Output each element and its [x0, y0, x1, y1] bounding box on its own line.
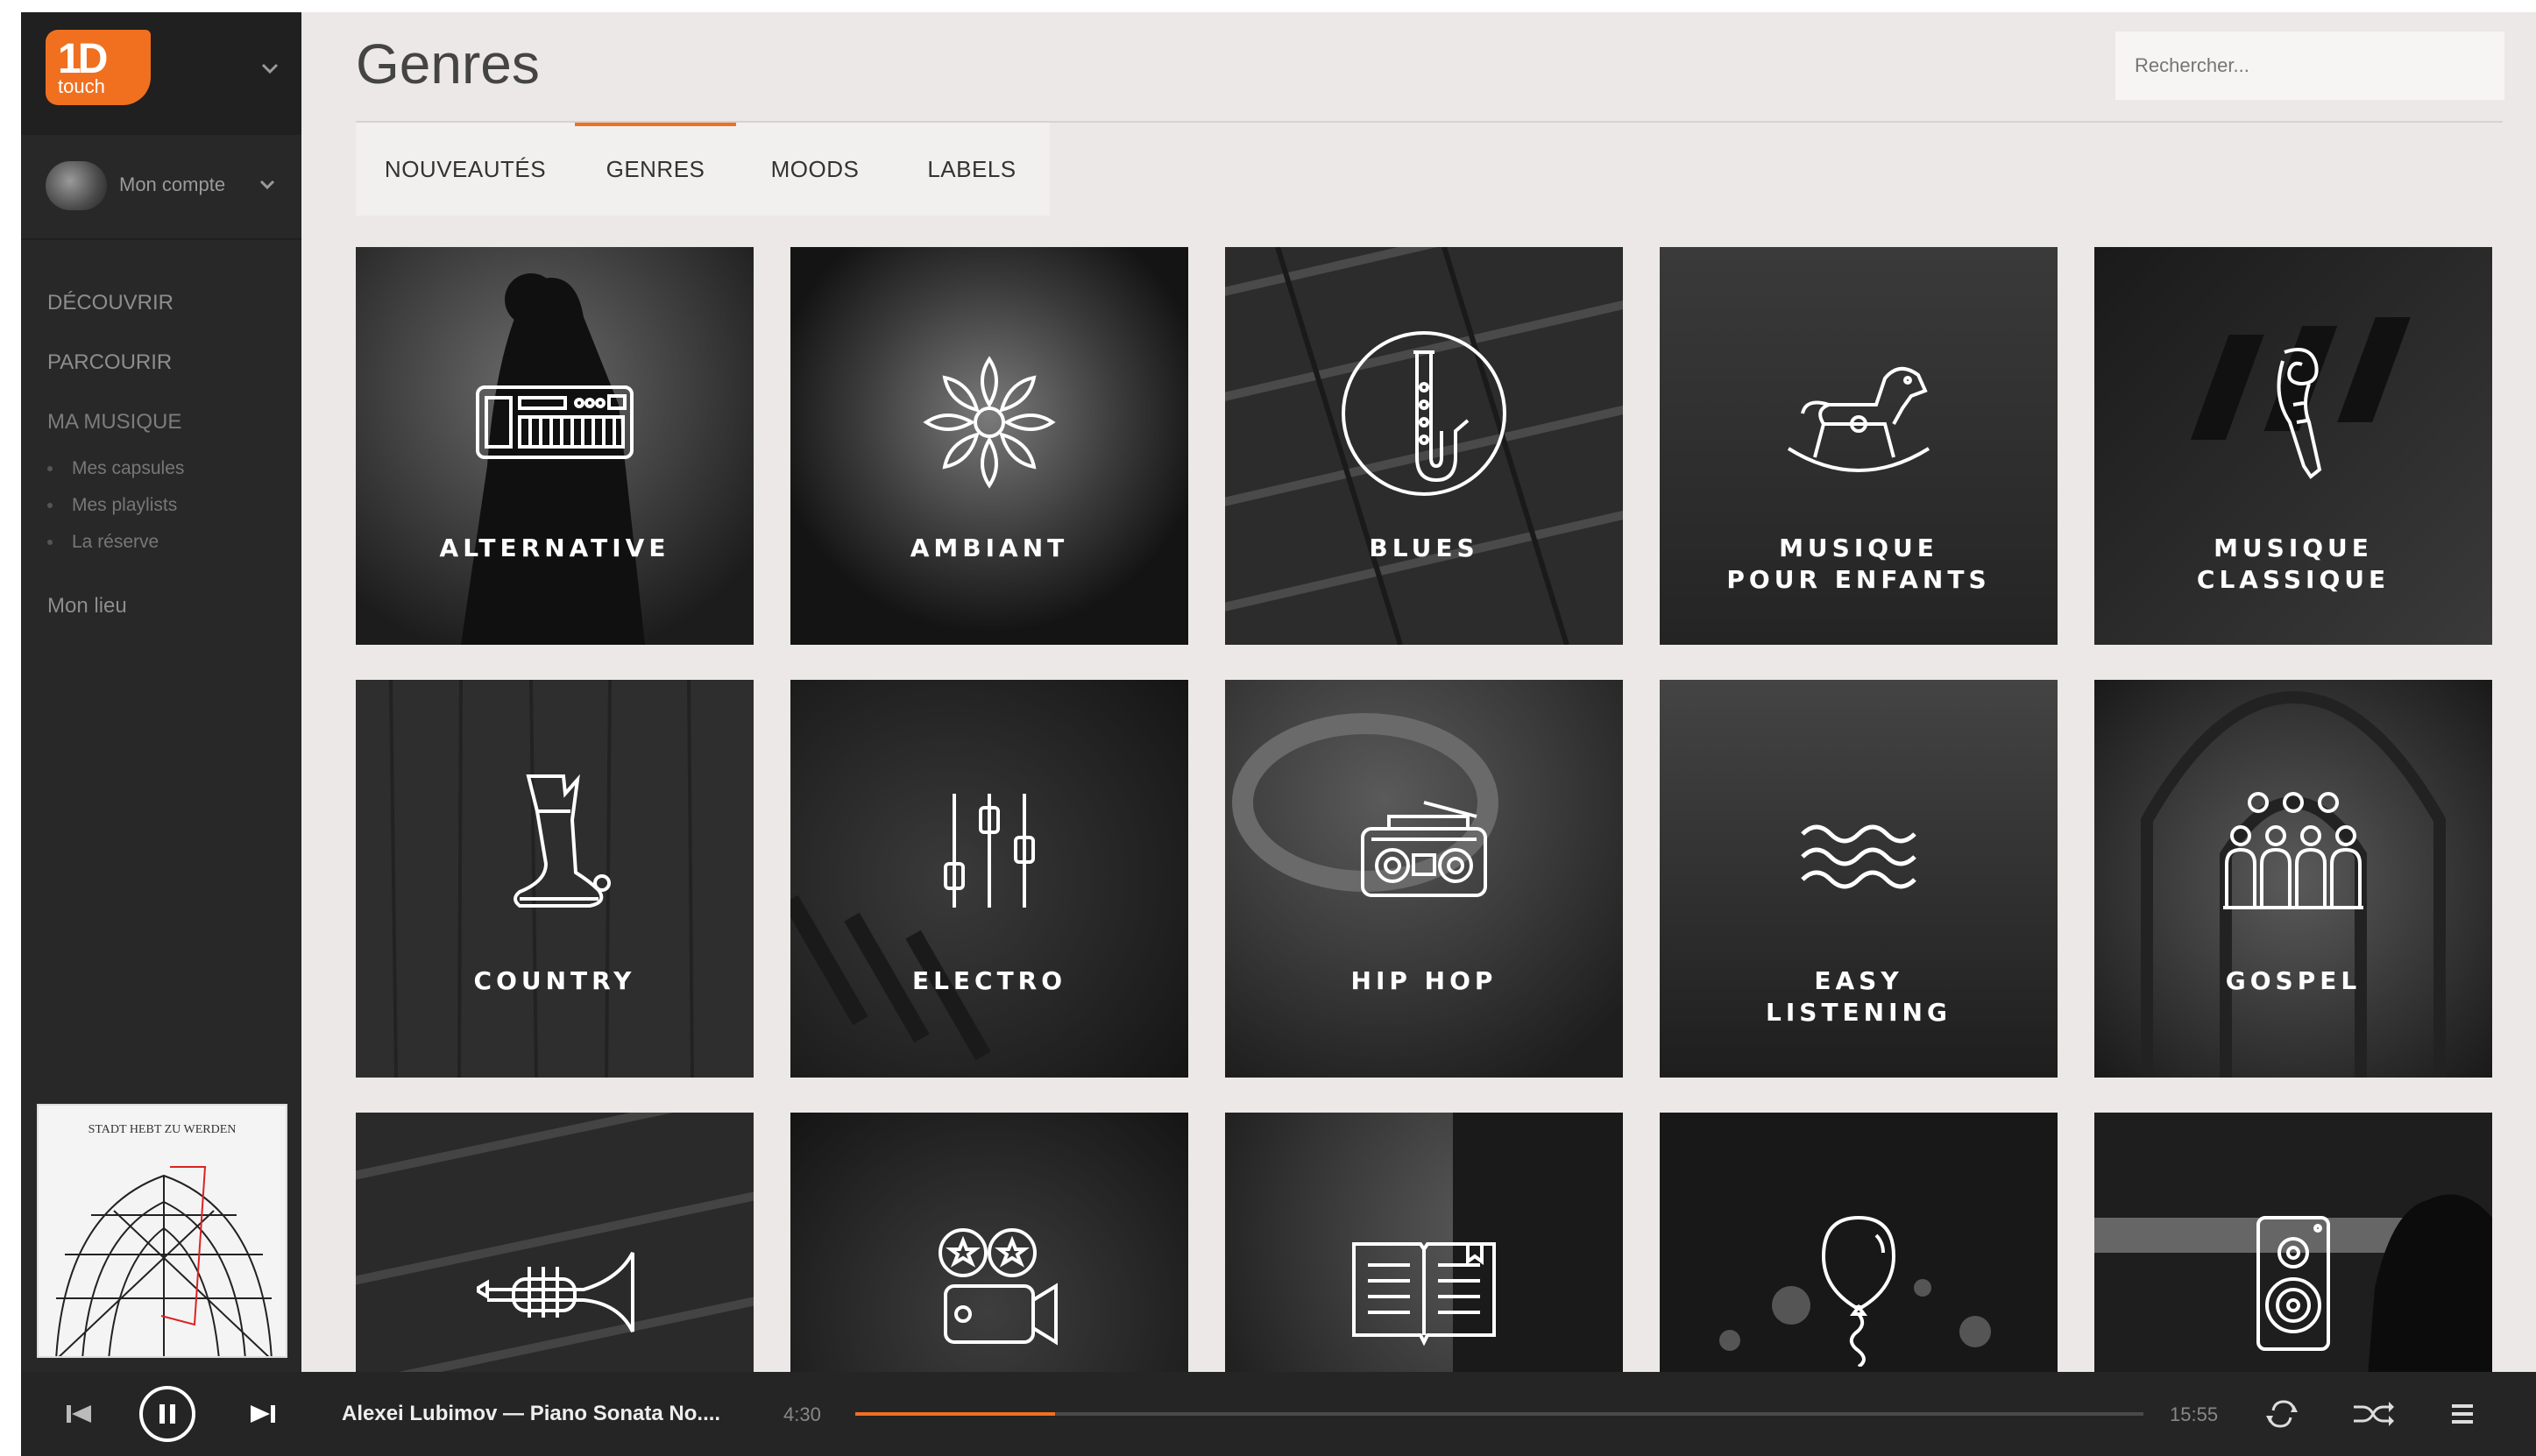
boombox-icon [1361, 801, 1487, 897]
queue-menu-icon[interactable] [2438, 1389, 2487, 1438]
speaker-icon [2256, 1216, 2330, 1351]
now-playing-cover[interactable]: STADT HEBT ZU WERDEN [37, 1104, 287, 1358]
nav-item-parcourir[interactable]: PARCOURIR [47, 350, 181, 375]
repeat-icon[interactable] [2257, 1389, 2306, 1438]
genre-tile-alternative[interactable]: ALTERNATIVE [356, 247, 754, 645]
pause-button[interactable] [137, 1383, 198, 1445]
genre-label-line1: HIP HOP [1350, 966, 1498, 995]
account-menu[interactable]: Mon compte [21, 135, 301, 240]
choir-icon [2223, 792, 2363, 909]
tab-labels[interactable]: LABELS [894, 123, 1050, 216]
violin-scroll-icon [2277, 348, 2322, 479]
sidebar: 1D touch Mon compte DÉCOUVRIR PARCOURIR … [21, 12, 301, 1372]
section-tabs: NOUVEAUTÉS GENRES MOODS LABELS [356, 123, 1050, 216]
app-window: 1D touch Mon compte DÉCOUVRIR PARCOURIR … [21, 12, 2536, 1456]
open-book-icon [1352, 1242, 1496, 1346]
genre-label-line1: ALTERNATIVE [439, 534, 670, 562]
genre-tile-easy-listening[interactable]: EASY LISTENING [1660, 680, 2058, 1078]
shuffle-icon[interactable] [2347, 1389, 2396, 1438]
genre-label: BLUES [1225, 533, 1623, 564]
genre-label-line1: COUNTRY [473, 966, 636, 995]
balloon-icon [1821, 1215, 1896, 1367]
tab-moods[interactable]: MOODS [736, 123, 894, 216]
genre-label: MUSIQUE POUR ENFANTS [1660, 533, 2058, 596]
genre-label: AMBIANT [790, 533, 1188, 564]
progress-fill [855, 1412, 1055, 1416]
chevron-down-icon[interactable] [252, 56, 287, 82]
nav-item-mon-lieu[interactable]: Mon lieu [47, 594, 127, 618]
next-track-icon[interactable] [238, 1389, 287, 1438]
previous-track-icon[interactable] [54, 1389, 103, 1438]
keyboard-icon [476, 385, 634, 459]
genre-label-line2: CLASSIQUE [2196, 565, 2391, 594]
now-playing-track[interactable]: Alexei Lubimov — Piano Sonata No.... [342, 1402, 720, 1426]
genre-tile-electro[interactable]: ELECTRO [790, 680, 1188, 1078]
genre-tile-country[interactable]: COUNTRY [356, 680, 754, 1078]
trumpet-icon [477, 1252, 634, 1332]
saxophone-icon [1342, 331, 1506, 496]
account-label: Mon compte [119, 173, 226, 195]
genre-tile-blues[interactable]: BLUES [1225, 247, 1623, 645]
main-nav: DÉCOUVRIR PARCOURIR MA MUSIQUE [47, 291, 181, 470]
genre-label-line1: MUSIQUE [1779, 534, 1938, 562]
nav-item-decouvrir[interactable]: DÉCOUVRIR [47, 291, 181, 315]
genre-label-line2: POUR ENFANTS [1726, 565, 1991, 594]
genre-label: ALTERNATIVE [356, 533, 754, 564]
player-bar: Alexei Lubimov — Piano Sonata No.... 4:3… [21, 1372, 2536, 1456]
total-time: 15:55 [2170, 1403, 2219, 1425]
genre-tile-ambiant[interactable]: AMBIANT [790, 247, 1188, 645]
logo-subtext: touch [58, 75, 105, 97]
genre-label-line2: LISTENING [1766, 998, 1952, 1027]
genre-tile-hip-hop[interactable]: HIP HOP [1225, 680, 1623, 1078]
nav-item-ma-musique[interactable]: MA MUSIQUE [47, 410, 181, 435]
page-title: Genres [356, 32, 540, 95]
genre-tile-musique-pour-enfants[interactable]: MUSIQUE POUR ENFANTS [1660, 247, 2058, 645]
genre-label-line1: BLUES [1369, 534, 1479, 562]
elapsed-time: 4:30 [783, 1403, 821, 1425]
search-input[interactable] [2115, 32, 2504, 100]
progress-bar[interactable] [855, 1412, 2143, 1416]
ma-musique-submenu: Mes capsules Mes playlists La réserve [47, 450, 184, 561]
genre-tile-gospel[interactable]: GOSPEL [2094, 680, 2492, 1078]
genre-label-line1: GOSPEL [2225, 966, 2362, 995]
waves-icon [1801, 824, 1916, 889]
cowboy-boot-icon [514, 774, 611, 908]
cover-art-illustration [55, 1166, 273, 1356]
tab-genres[interactable]: GENRES [575, 123, 736, 216]
sub-item-mes-playlists[interactable]: Mes playlists [47, 487, 184, 524]
rocking-horse-icon [1787, 367, 1930, 472]
sub-item-la-reserve[interactable]: La réserve [47, 524, 184, 561]
genre-label: GOSPEL [2094, 965, 2492, 997]
genre-label: MUSIQUE CLASSIQUE [2094, 533, 2492, 596]
genre-label-line1: EASY [1814, 966, 1903, 995]
movie-camera-icon [939, 1228, 1058, 1346]
genre-label-line1: MUSIQUE [2214, 534, 2373, 562]
genre-tile-musique-classique[interactable]: MUSIQUE CLASSIQUE [2094, 247, 2492, 645]
genre-label: COUNTRY [356, 965, 754, 997]
genre-label: EASY LISTENING [1660, 965, 2058, 1028]
tab-nouveautes[interactable]: NOUVEAUTÉS [356, 123, 575, 216]
lotus-icon [923, 356, 1056, 489]
genre-label-line1: ELECTRO [911, 966, 1067, 995]
chevron-down-icon[interactable] [254, 173, 280, 196]
brand-row: 1D touch [21, 12, 301, 135]
genre-label: ELECTRO [790, 965, 1188, 997]
genre-label-line1: AMBIANT [910, 534, 1069, 562]
genre-label: HIP HOP [1225, 965, 1623, 997]
logo[interactable]: 1D touch [46, 30, 151, 105]
sub-item-mes-capsules[interactable]: Mes capsules [47, 450, 184, 487]
mixer-sliders-icon [944, 794, 1035, 908]
avatar [46, 161, 107, 210]
